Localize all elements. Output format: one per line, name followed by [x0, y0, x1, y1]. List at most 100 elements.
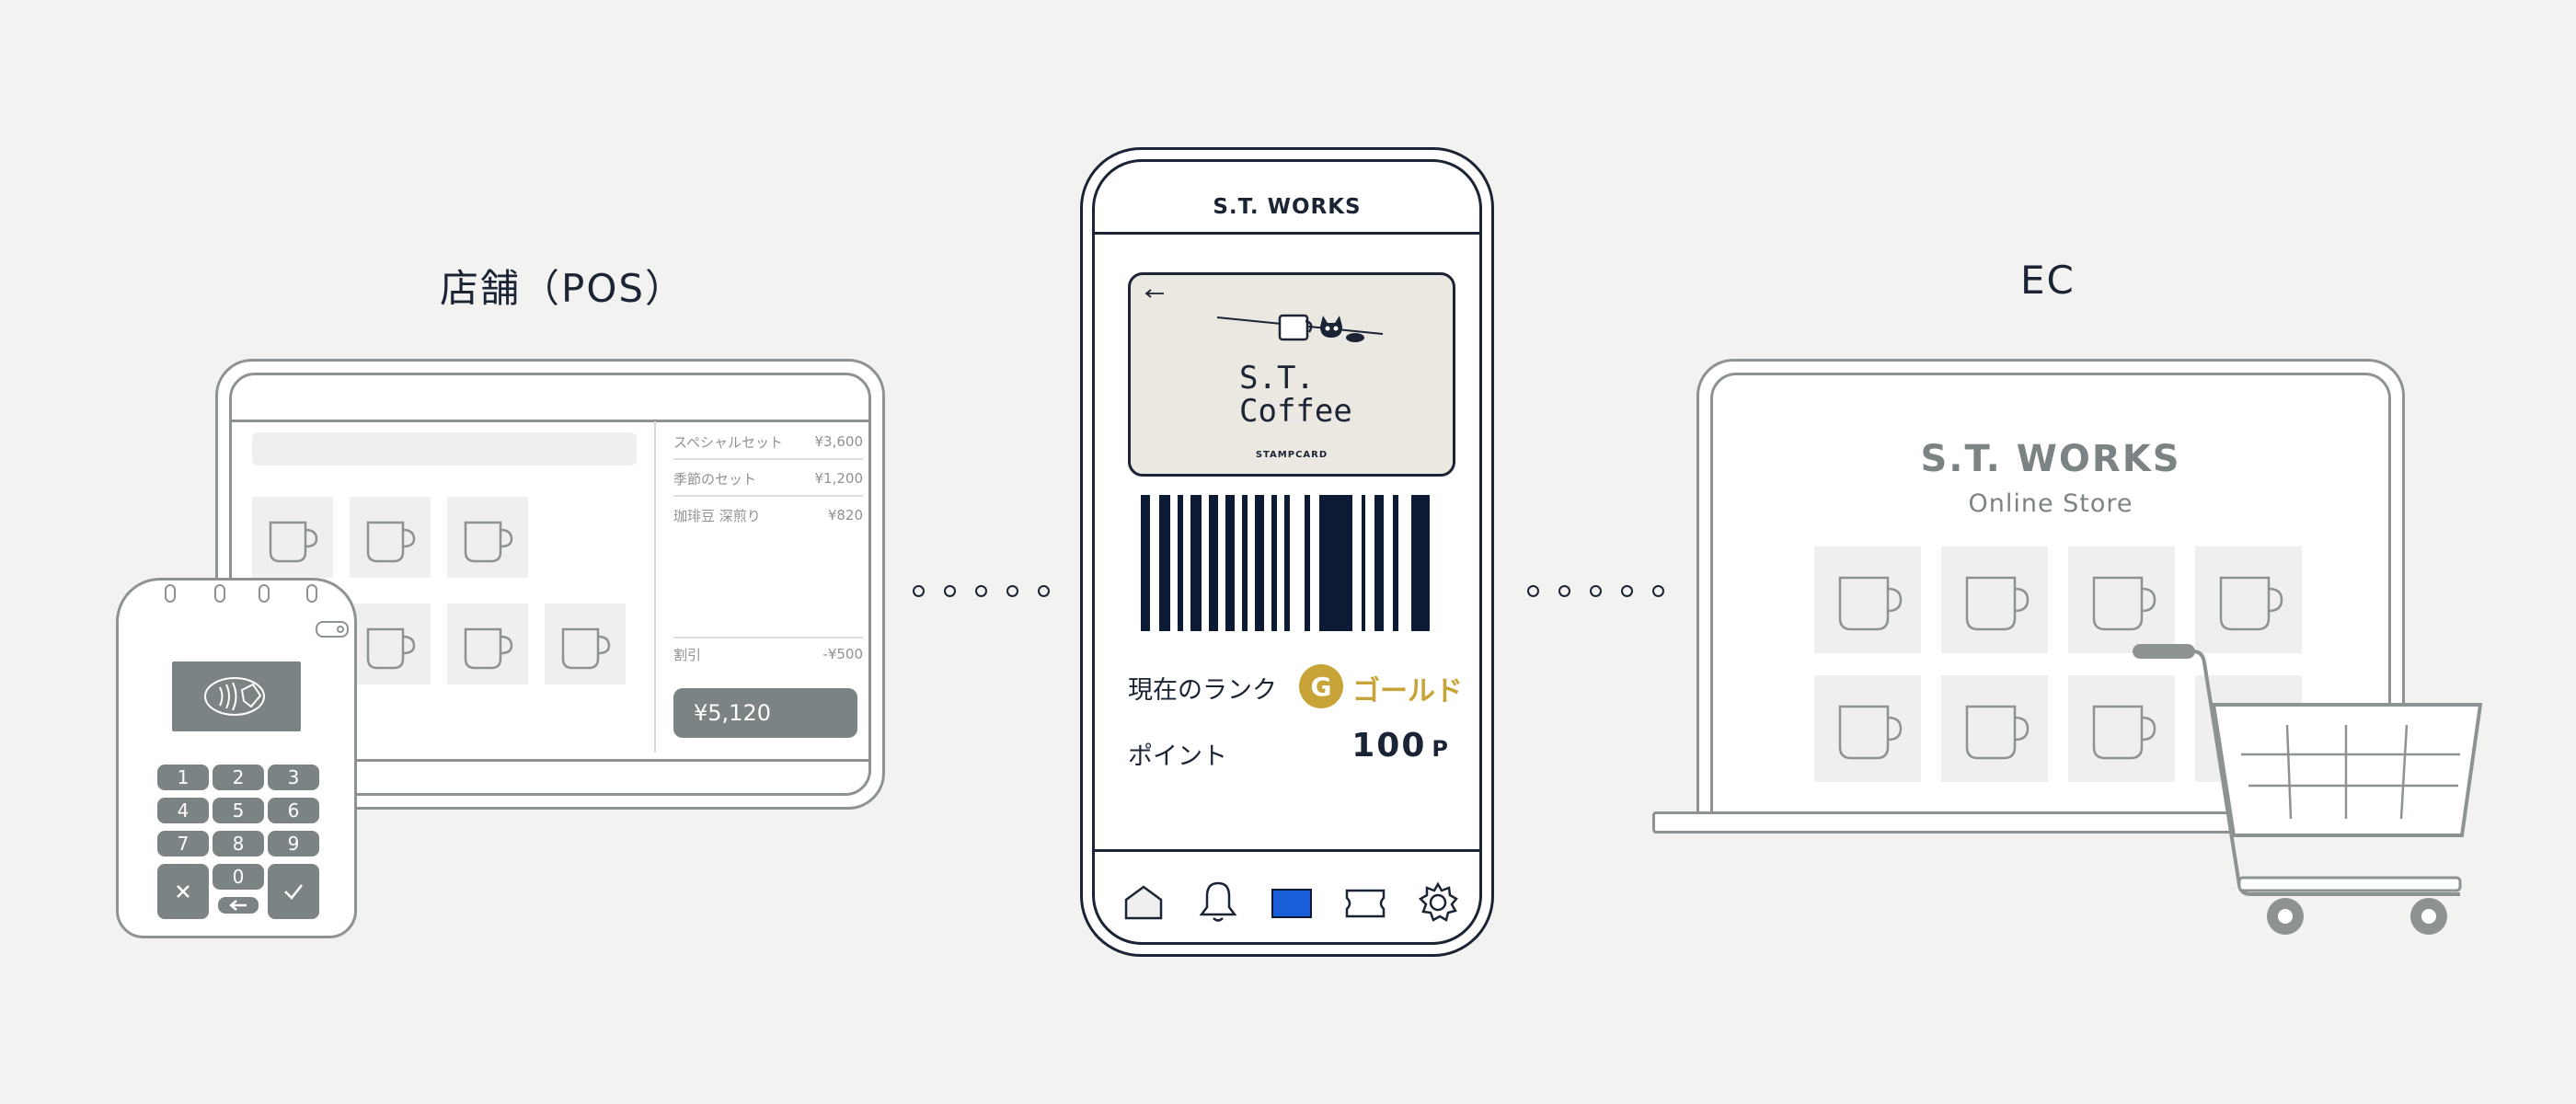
keypad-key-5[interactable]: 5: [213, 798, 264, 823]
mug-icon: [1965, 576, 2030, 631]
pos-panel-divider: [654, 421, 656, 753]
member-barcode: [1141, 495, 1430, 631]
ec-section-title: EC: [2020, 258, 2076, 303]
ticket-icon[interactable]: [1343, 887, 1387, 920]
store-title: S.T. WORKS: [1920, 438, 2181, 480]
discount-line: 割引 -¥500: [673, 637, 863, 670]
connector-dot: [1006, 585, 1018, 597]
app-header-divider: [1095, 232, 1479, 235]
product-tile[interactable]: [1814, 675, 1921, 782]
rank-badge: G: [1299, 664, 1343, 708]
check-icon: [284, 884, 303, 900]
product-tile[interactable]: [1814, 546, 1921, 653]
discount-label: 割引: [673, 646, 702, 663]
product-tile[interactable]: [350, 497, 431, 578]
order-line-name: スペシャルセット: [673, 433, 783, 451]
keypad-key-4[interactable]: 4: [157, 798, 209, 823]
contactless-reader: [172, 661, 301, 731]
terminal-led: [165, 584, 176, 603]
card-brand-line2: Coffee: [1239, 393, 1352, 430]
product-tile[interactable]: [447, 604, 528, 684]
phone-screen: S.T. WORKS S.T. Coffee STAMPCARD 現在のランク …: [1092, 159, 1482, 945]
mug-icon: [1838, 576, 1903, 631]
connector-dot: [1527, 585, 1539, 597]
points-label: ポイント: [1128, 742, 1227, 771]
mug-icon: [464, 521, 513, 563]
bell-icon[interactable]: [1198, 880, 1238, 924]
pos-section-title: 店舗（POS）: [440, 266, 686, 311]
pos-search-bar[interactable]: [252, 432, 637, 466]
back-arrow-icon: [1144, 289, 1164, 298]
rank-label: 現在のランク: [1128, 676, 1277, 705]
rank-badge-letter: G: [1310, 671, 1332, 702]
stamp-card-label: STAMPCARD: [1255, 450, 1328, 460]
product-tile[interactable]: [447, 497, 528, 578]
connector-dot: [1652, 585, 1664, 597]
keypad-key-3[interactable]: 3: [268, 765, 319, 790]
mug-icon: [464, 627, 513, 670]
backspace-arrow-icon: [229, 900, 247, 911]
mug-icon: [561, 627, 611, 670]
connector-dot: [1590, 585, 1602, 597]
keypad-key-0[interactable]: 0: [213, 864, 264, 890]
tab-bar-divider: [1095, 849, 1479, 852]
connector-dot: [913, 585, 925, 597]
tab-card-active[interactable]: [1271, 889, 1312, 918]
product-tile[interactable]: [350, 604, 431, 684]
keypad-key-9[interactable]: 9: [268, 831, 319, 857]
keypad-backspace-button[interactable]: [218, 897, 259, 914]
contactless-payment-icon: [204, 677, 265, 716]
mug-icon: [366, 627, 416, 670]
order-line[interactable]: 珈琲豆 深煎り ¥820: [673, 499, 863, 532]
product-tile[interactable]: [545, 604, 626, 684]
product-tile[interactable]: [252, 497, 333, 578]
mug-icon: [1838, 705, 1903, 760]
order-line[interactable]: 季節のセット ¥1,200: [673, 462, 863, 497]
connector-dot: [1558, 585, 1570, 597]
order-line-price: ¥3,600: [814, 433, 864, 450]
points-display: 100 P: [1351, 727, 1448, 765]
checkout-total-button[interactable]: ¥5,120: [673, 688, 857, 738]
smartphone: S.T. WORKS S.T. Coffee STAMPCARD 現在のランク …: [1080, 147, 1494, 957]
product-tile[interactable]: [1941, 675, 2048, 782]
tablet-header-divider: [232, 420, 868, 422]
order-line[interactable]: スペシャルセット ¥3,600: [673, 425, 863, 460]
close-icon: [177, 885, 190, 898]
discount-amount: -¥500: [822, 646, 863, 662]
gear-icon[interactable]: [1417, 881, 1459, 924]
order-line-price: ¥820: [827, 507, 863, 523]
terminal-led: [214, 584, 225, 603]
product-tile[interactable]: [1941, 546, 2048, 653]
points-value: 100: [1351, 727, 1427, 765]
connector-dot: [1621, 585, 1633, 597]
mug-and-cat-illustration: [1216, 314, 1384, 342]
keypad-key-2[interactable]: 2: [213, 765, 264, 790]
terminal-led: [306, 584, 317, 603]
store-subtitle: Online Store: [1968, 489, 2133, 518]
mug-icon: [269, 521, 318, 563]
connector-dot: [944, 585, 956, 597]
keypad-key-6[interactable]: 6: [268, 798, 319, 823]
card-terminal: 1 2 3 4 5 6 7 8 9 0: [116, 578, 357, 938]
terminal-switch[interactable]: [316, 621, 349, 638]
order-line-price: ¥1,200: [814, 470, 864, 487]
keypad-cancel-button[interactable]: [157, 864, 209, 919]
mug-icon: [366, 521, 416, 563]
keypad-key-8[interactable]: 8: [213, 831, 264, 857]
connector-dot: [975, 585, 987, 597]
stamp-card[interactable]: S.T. Coffee STAMPCARD: [1128, 272, 1455, 477]
order-line-name: 珈琲豆 深煎り: [673, 507, 761, 524]
shopping-cart-icon: [2133, 644, 2483, 935]
keypad-key-1[interactable]: 1: [157, 765, 209, 790]
connector-dot: [1038, 585, 1050, 597]
app-title: S.T. WORKS: [1213, 195, 1362, 219]
keypad-key-7[interactable]: 7: [157, 831, 209, 857]
card-brand-line1: S.T.: [1239, 360, 1315, 397]
order-line-name: 季節のセット: [673, 470, 757, 488]
mug-icon: [1965, 705, 2030, 760]
points-unit: P: [1432, 736, 1448, 762]
rank-value: ゴールド: [1352, 675, 1463, 707]
keypad-confirm-button[interactable]: [268, 864, 319, 919]
terminal-led: [259, 584, 270, 603]
home-icon[interactable]: [1122, 883, 1165, 922]
